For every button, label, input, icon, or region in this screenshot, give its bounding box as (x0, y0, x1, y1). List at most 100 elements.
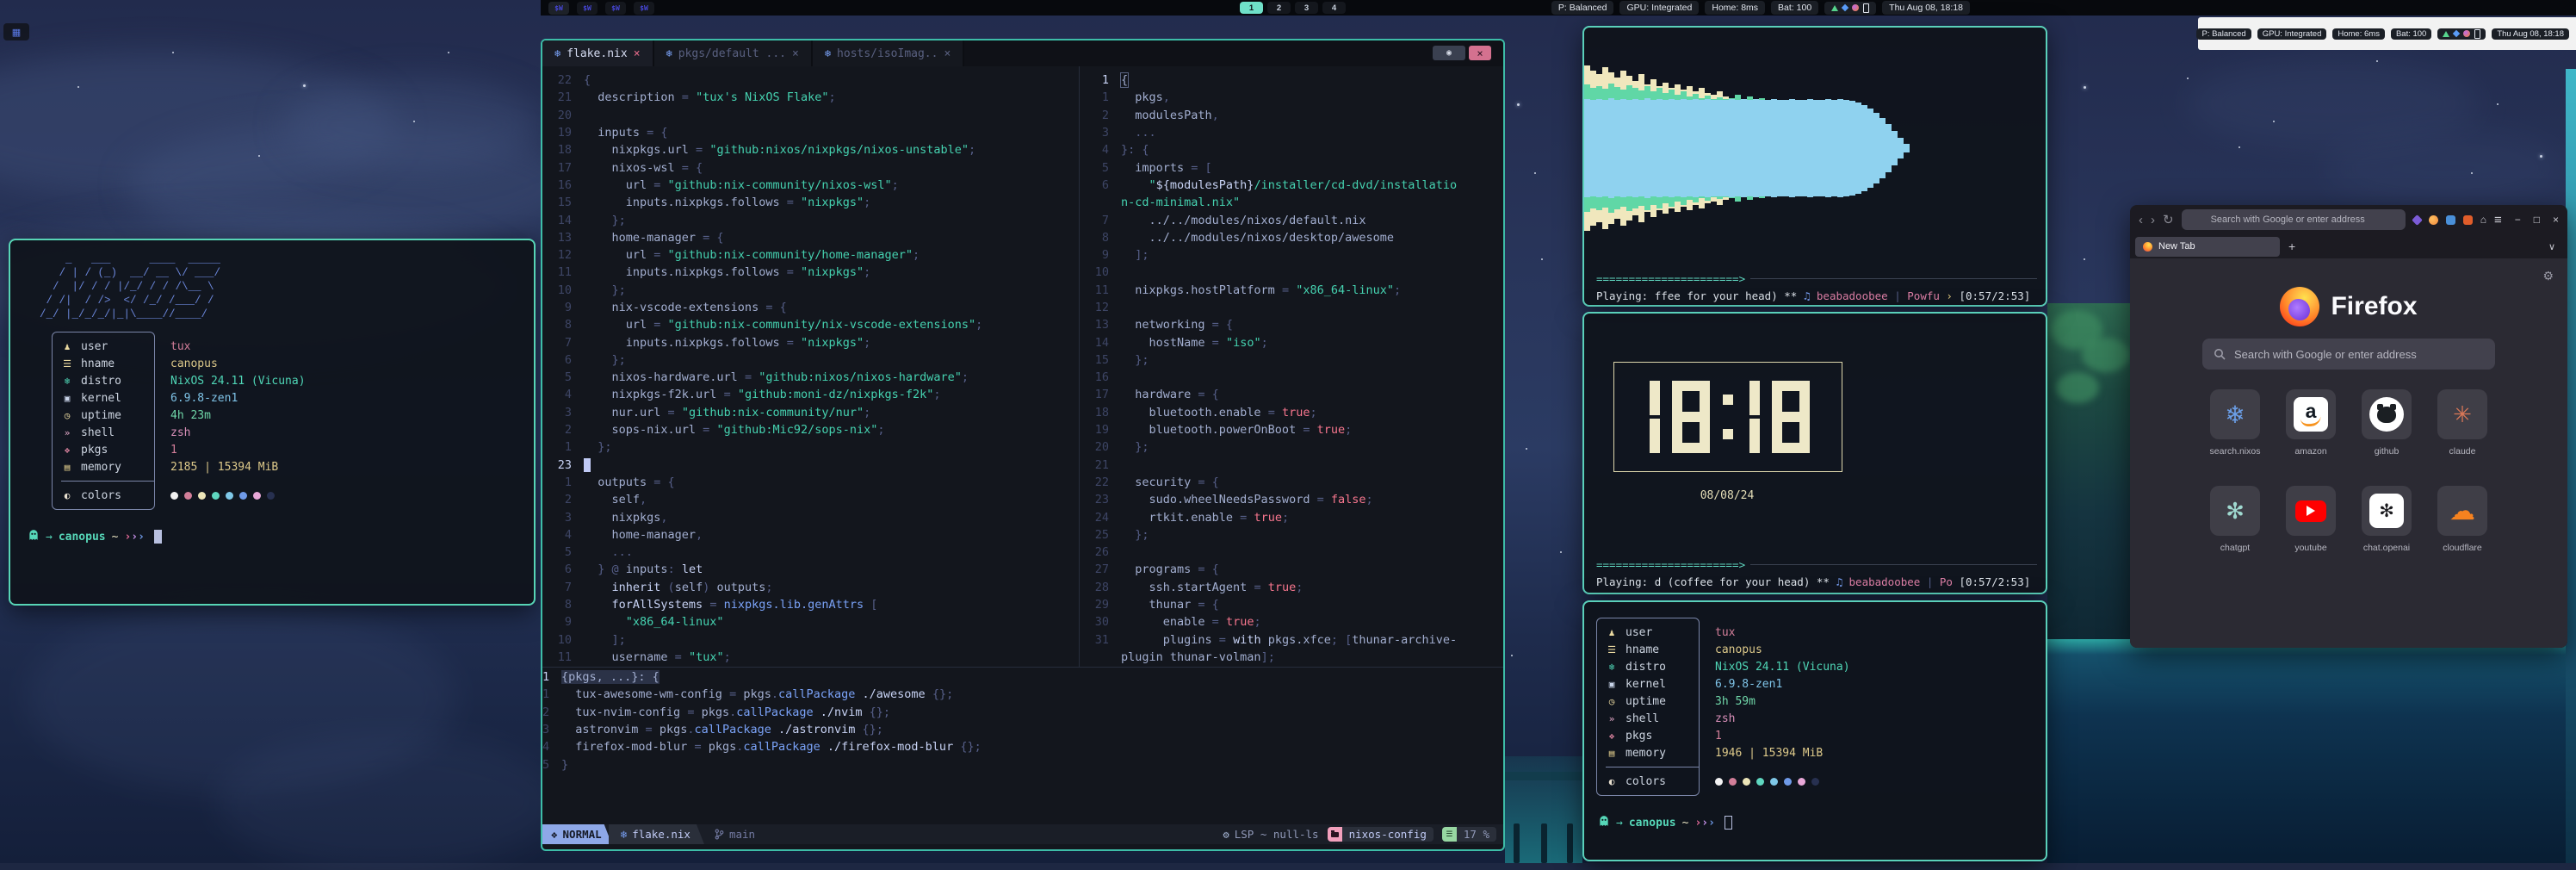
waveform-mid-band (1777, 105, 1783, 191)
window-close-button[interactable]: × (1469, 46, 1491, 60)
gpu-chip: GPU: Integrated (1619, 1, 1699, 15)
extension-fox-icon[interactable] (2463, 215, 2473, 225)
buffer-tab-hosts-isoImag-[interactable]: ❄hosts/isoImag..× (813, 40, 964, 66)
tab-label: hosts/isoImag.. (837, 47, 938, 60)
left-terminal-window[interactable]: _ ___ ____ _____ / | / (_) __/ __ \/ ___… (9, 239, 536, 606)
shortcut-claude[interactable]: ✳claude (2437, 389, 2487, 457)
fetch-value: 2185 | 15394 MiB (170, 458, 306, 475)
code-line: 5} (542, 755, 1503, 773)
code-text (1121, 545, 1128, 559)
code-text: }: { (1121, 143, 1149, 157)
line-number: 21 (542, 90, 572, 104)
url-bar[interactable]: Search with Google or enter address (2182, 209, 2406, 230)
firefox-window[interactable]: ‹ › ↻ Search with Google or enter addres… (2130, 205, 2567, 648)
waveform-mid-band (1735, 95, 1741, 202)
tab-close-icon[interactable]: × (792, 47, 799, 60)
fetch-separator (61, 481, 154, 482)
tab-close-icon[interactable]: × (944, 47, 951, 60)
extension-darkmode-icon[interactable] (2429, 215, 2438, 225)
line-number: 22 (542, 73, 572, 87)
tag-button[interactable]: $W (548, 2, 569, 15)
shortcut-youtube[interactable]: youtube (2286, 486, 2336, 553)
shell-prompt[interactable]: →canopus~››› (28, 529, 518, 544)
shortcut-github[interactable]: github (2362, 389, 2412, 457)
workspace-button[interactable]: 2 (1267, 2, 1291, 14)
code-text: inputs.nixpkgs.follows = "nixpkgs"; (584, 196, 870, 209)
workspace-button[interactable]: 4 (1322, 2, 1346, 14)
code-line: 1{ (1080, 71, 1503, 89)
code-text: url = "github:nix-community/nixos-wsl"; (584, 178, 899, 192)
editor-pane-flake[interactable]: 22{21 description = "tux's NixOS Flake";… (542, 68, 1078, 670)
tray-icons[interactable] (1824, 2, 1876, 15)
buffer-tab-pkgs-default-[interactable]: ❄pkgs/default ...× (654, 40, 813, 66)
statusline-filename: ❄ flake.nix (609, 824, 704, 844)
tab-new-tab[interactable]: New Tab (2135, 237, 2280, 257)
shortcut-chatgpt[interactable]: ✻chatgpt (2210, 486, 2260, 553)
horizontal-split[interactable] (542, 667, 1503, 668)
tray-icons[interactable] (2437, 28, 2486, 40)
list-tabs-chevron[interactable]: ∨ (2548, 241, 2555, 252)
minimize-button[interactable]: − (2515, 214, 2521, 226)
editor-pane-iso[interactable]: 1{1 pkgs,2 modulesPath,3 ...4}: {5 impor… (1080, 68, 1503, 670)
buffer-tab-flake-nix[interactable]: ❄flake.nix× (542, 40, 654, 66)
search-input[interactable]: Search with Google or enter address (2202, 339, 2495, 370)
shortcut-search-nixos[interactable]: ❄search.nixos (2210, 389, 2260, 457)
color-dot (1729, 778, 1737, 786)
shell-icon: » (61, 427, 73, 438)
fetch-row: ☰hname (61, 355, 154, 372)
reload-button[interactable]: ↻ (2163, 212, 2174, 227)
code-line: 25 }; (1080, 526, 1503, 544)
star (2187, 78, 2189, 79)
ping-chip: Home: 8ms (1705, 1, 1765, 15)
extension-bitwarden-icon[interactable] (2446, 215, 2455, 225)
window-toggle-button[interactable]: ◉ (1433, 46, 1465, 60)
line-number: 6 (542, 562, 572, 576)
home-icon[interactable]: ⌂ (2480, 214, 2486, 226)
waveform-inner-band (1886, 124, 1892, 172)
waveform-mid-band (1771, 100, 1777, 196)
hamburger-menu-button[interactable]: ≡ (2494, 213, 2502, 227)
tag-button[interactable]: $W (634, 2, 654, 15)
tag-button[interactable]: $W (577, 2, 598, 15)
waveform-column (1681, 45, 1687, 252)
code-line: 21 description = "tux's NixOS Flake"; (542, 89, 1078, 106)
editor-pane-pkgs[interactable]: 1{pkgs, ...}: {1 tux-awesome-wm-config =… (542, 668, 1503, 823)
shortcut-amazon[interactable]: aamazon (2286, 389, 2336, 457)
extension-icons[interactable]: ⌂ (2413, 214, 2486, 226)
waveform-outer-band (1608, 72, 1614, 224)
maximize-button[interactable]: □ (2534, 214, 2540, 226)
waveform-mid-band (1765, 103, 1771, 194)
new-tab-button[interactable]: + (2288, 239, 2295, 253)
tab-close-icon[interactable]: × (634, 47, 641, 60)
workspace-button[interactable]: 1 (1240, 2, 1263, 14)
shortcut-chat-openai[interactable]: ✻chat.openai (2362, 486, 2412, 553)
code-text: enable = true; (1121, 615, 1261, 629)
tag-button[interactable]: $W (605, 2, 626, 15)
waveform-inner-band (1650, 100, 1656, 196)
color-dot (198, 492, 206, 500)
app-launcher-button[interactable]: ▦ (3, 23, 29, 40)
waveform-outer-band (1626, 76, 1632, 221)
extension-vpn-icon[interactable] (2412, 214, 2423, 226)
close-button[interactable]: × (2553, 214, 2559, 226)
code-text: "${modulesPath}/installer/cd-dvd/install… (1121, 178, 1457, 192)
workspace-button[interactable]: 3 (1295, 2, 1318, 14)
clock-window[interactable]: 08/08/24 ======================> Playing… (1582, 312, 2047, 594)
cava-visualizer-window[interactable]: ======================> Playing: ffee fo… (1582, 26, 2047, 307)
code-text: hostName = "iso"; (1121, 336, 1268, 350)
waveform-column (1741, 45, 1747, 252)
back-button[interactable]: ‹ (2139, 213, 2143, 227)
prompt-chevrons: ››› (1694, 817, 1714, 830)
forward-button[interactable]: › (2151, 213, 2155, 227)
shell-prompt[interactable]: →canopus~››› (1598, 815, 2046, 830)
bluetooth-icon (1842, 4, 1848, 11)
shortcut-cloudflare[interactable]: ☁cloudflare (2437, 486, 2487, 553)
fetch-value: NixOS 24.11 (Vicuna) (170, 372, 306, 389)
star (2273, 121, 2275, 122)
fetch-terminal-window[interactable]: ♟user☰hname❄distro▣kernel◷uptime»shell❖p… (1582, 600, 2047, 861)
neovim-window[interactable]: ❄flake.nix×❄pkgs/default ...×❄hosts/isoI… (541, 39, 1505, 851)
app-grid-icon: ▦ (12, 27, 21, 38)
gear-icon[interactable]: ⚙ (2542, 269, 2554, 283)
git-branch-icon (715, 829, 724, 840)
clock-date: 08/08/24 (1613, 489, 1841, 502)
